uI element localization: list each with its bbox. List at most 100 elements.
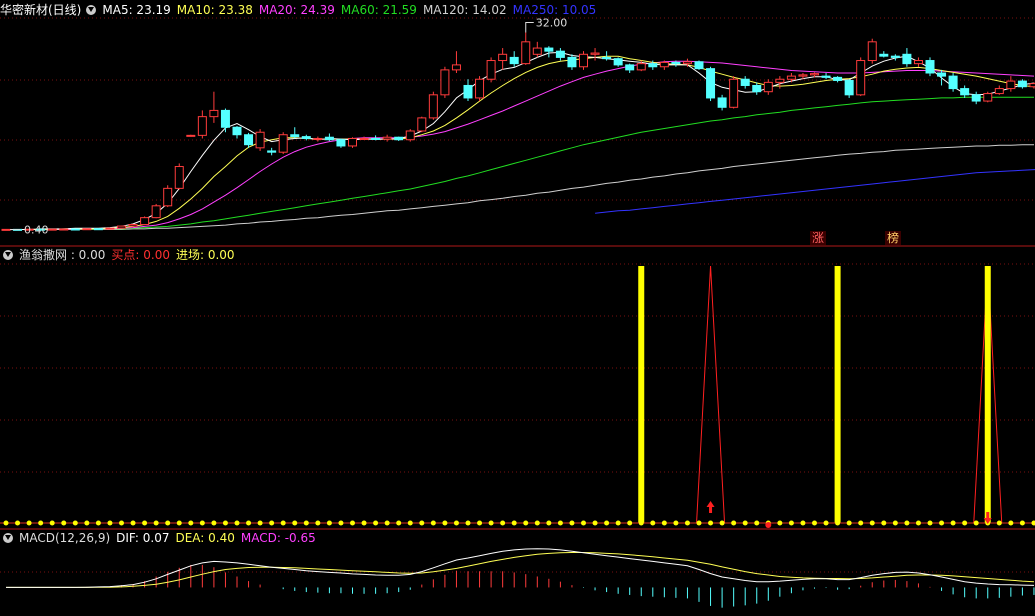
signal-dot bbox=[638, 520, 644, 526]
signal-dot bbox=[754, 520, 760, 526]
signal-dot bbox=[777, 520, 783, 526]
signal-dot bbox=[673, 520, 679, 526]
price-panel[interactable]: 32.00 0.40 bbox=[1, 16, 1035, 237]
candle-body bbox=[682, 61, 692, 65]
buy-arrow-up-icon bbox=[706, 501, 715, 513]
macd-panel[interactable] bbox=[6, 548, 1035, 608]
indicator-name[interactable]: 渔翁撒网 : 0.00 bbox=[19, 248, 105, 262]
candle-body bbox=[348, 137, 357, 147]
signal-dot bbox=[823, 520, 829, 526]
candle-body bbox=[833, 76, 843, 81]
candle-body bbox=[451, 64, 461, 71]
candle-body bbox=[313, 137, 323, 140]
candle-body bbox=[867, 41, 877, 62]
signal-dot bbox=[72, 520, 78, 526]
ma20-label: MA20: 24.39 bbox=[258, 3, 335, 17]
candle-body bbox=[706, 68, 716, 99]
candle-body bbox=[498, 53, 508, 62]
signal-dot bbox=[3, 520, 9, 526]
rank-tag[interactable]: 榜 bbox=[885, 231, 902, 245]
candle-body bbox=[209, 109, 219, 118]
signal-dot bbox=[627, 520, 633, 526]
dropdown-icon[interactable] bbox=[86, 5, 97, 15]
candle-body bbox=[290, 134, 300, 138]
dropdown-icon[interactable] bbox=[3, 533, 13, 543]
candle-body bbox=[902, 53, 912, 65]
candle-body bbox=[509, 56, 519, 65]
candle-body bbox=[971, 94, 981, 102]
signal-dot bbox=[939, 520, 945, 526]
signal-dot bbox=[812, 520, 817, 526]
signal-dot bbox=[488, 520, 494, 526]
signal-dot bbox=[49, 520, 55, 526]
macd-name[interactable]: MACD(12,26,9) bbox=[19, 531, 110, 545]
ma120-label: MA120: 14.02 bbox=[422, 3, 507, 17]
signal-dot bbox=[996, 520, 1002, 526]
candle-body bbox=[532, 47, 542, 55]
candle-body bbox=[244, 134, 254, 146]
candle-body bbox=[267, 150, 277, 153]
candle-body bbox=[59, 228, 69, 231]
candle-body bbox=[440, 69, 450, 96]
candle-body bbox=[1, 228, 11, 231]
candle-body bbox=[740, 78, 750, 86]
signal-dot bbox=[107, 520, 113, 526]
dropdown-icon[interactable] bbox=[3, 250, 13, 260]
signal-dot bbox=[153, 520, 159, 526]
signal-dot bbox=[95, 520, 101, 526]
signal-dot bbox=[915, 520, 921, 526]
signal-dot bbox=[15, 520, 21, 526]
candle-body bbox=[405, 130, 415, 141]
signal-dot bbox=[615, 520, 621, 526]
candle-body bbox=[1017, 80, 1027, 88]
candle-body bbox=[671, 61, 681, 65]
signal-dot bbox=[650, 520, 656, 526]
signal-dot bbox=[373, 520, 379, 526]
candle-body bbox=[232, 126, 242, 136]
candle-body bbox=[798, 74, 808, 77]
signal-dot bbox=[26, 520, 32, 526]
candle-body bbox=[821, 75, 831, 78]
candle-body bbox=[763, 81, 773, 93]
price-panel-header: 华密新材(日线) MA5: 23.19 MA10: 23.38 MA20: 24.39… bbox=[0, 2, 602, 18]
candle-body bbox=[371, 137, 381, 140]
signal-dot bbox=[315, 520, 321, 526]
candle-body bbox=[555, 50, 565, 58]
signal-dot bbox=[119, 520, 124, 526]
candle-body bbox=[625, 64, 635, 71]
candle-body bbox=[948, 75, 958, 90]
low-label: 0.40 bbox=[24, 224, 49, 237]
candle-body bbox=[186, 134, 196, 137]
signal-dot bbox=[696, 520, 702, 526]
candle-body bbox=[636, 63, 646, 71]
signal-dot bbox=[973, 520, 979, 526]
signal-dot bbox=[442, 520, 448, 526]
macd-panel-header: MACD(12,26,9) DIF: 0.07 DEA: 0.40 MACD: -0.… bbox=[0, 530, 322, 546]
stock-title[interactable]: 华密新材(日线) bbox=[0, 3, 81, 17]
signal-dot bbox=[592, 520, 598, 526]
candle-body bbox=[994, 88, 1004, 95]
candle-body bbox=[913, 60, 923, 65]
candle-body bbox=[810, 73, 819, 76]
signal-dot bbox=[708, 520, 714, 526]
signal-dot bbox=[292, 520, 298, 526]
signal-dot bbox=[892, 520, 898, 526]
candle-body bbox=[128, 224, 138, 227]
signal-dot bbox=[581, 520, 586, 526]
candle-body bbox=[82, 228, 92, 231]
signal-dot bbox=[950, 520, 956, 526]
ma60-label: MA60: 21.59 bbox=[340, 3, 417, 17]
signal-dot bbox=[927, 520, 933, 526]
signal-dot bbox=[534, 520, 540, 526]
signal-dot bbox=[1008, 520, 1014, 526]
indicator-panel[interactable] bbox=[0, 265, 1035, 528]
signal-dot bbox=[61, 520, 67, 526]
dif-line bbox=[6, 548, 1035, 588]
candle-body bbox=[856, 60, 866, 96]
ma10-line bbox=[6, 55, 1035, 230]
limit-up-tag[interactable]: 涨 bbox=[810, 231, 827, 245]
candle-body bbox=[197, 116, 207, 136]
signal-dot bbox=[962, 520, 968, 526]
candle-body bbox=[117, 225, 126, 229]
candle-body bbox=[879, 53, 889, 57]
